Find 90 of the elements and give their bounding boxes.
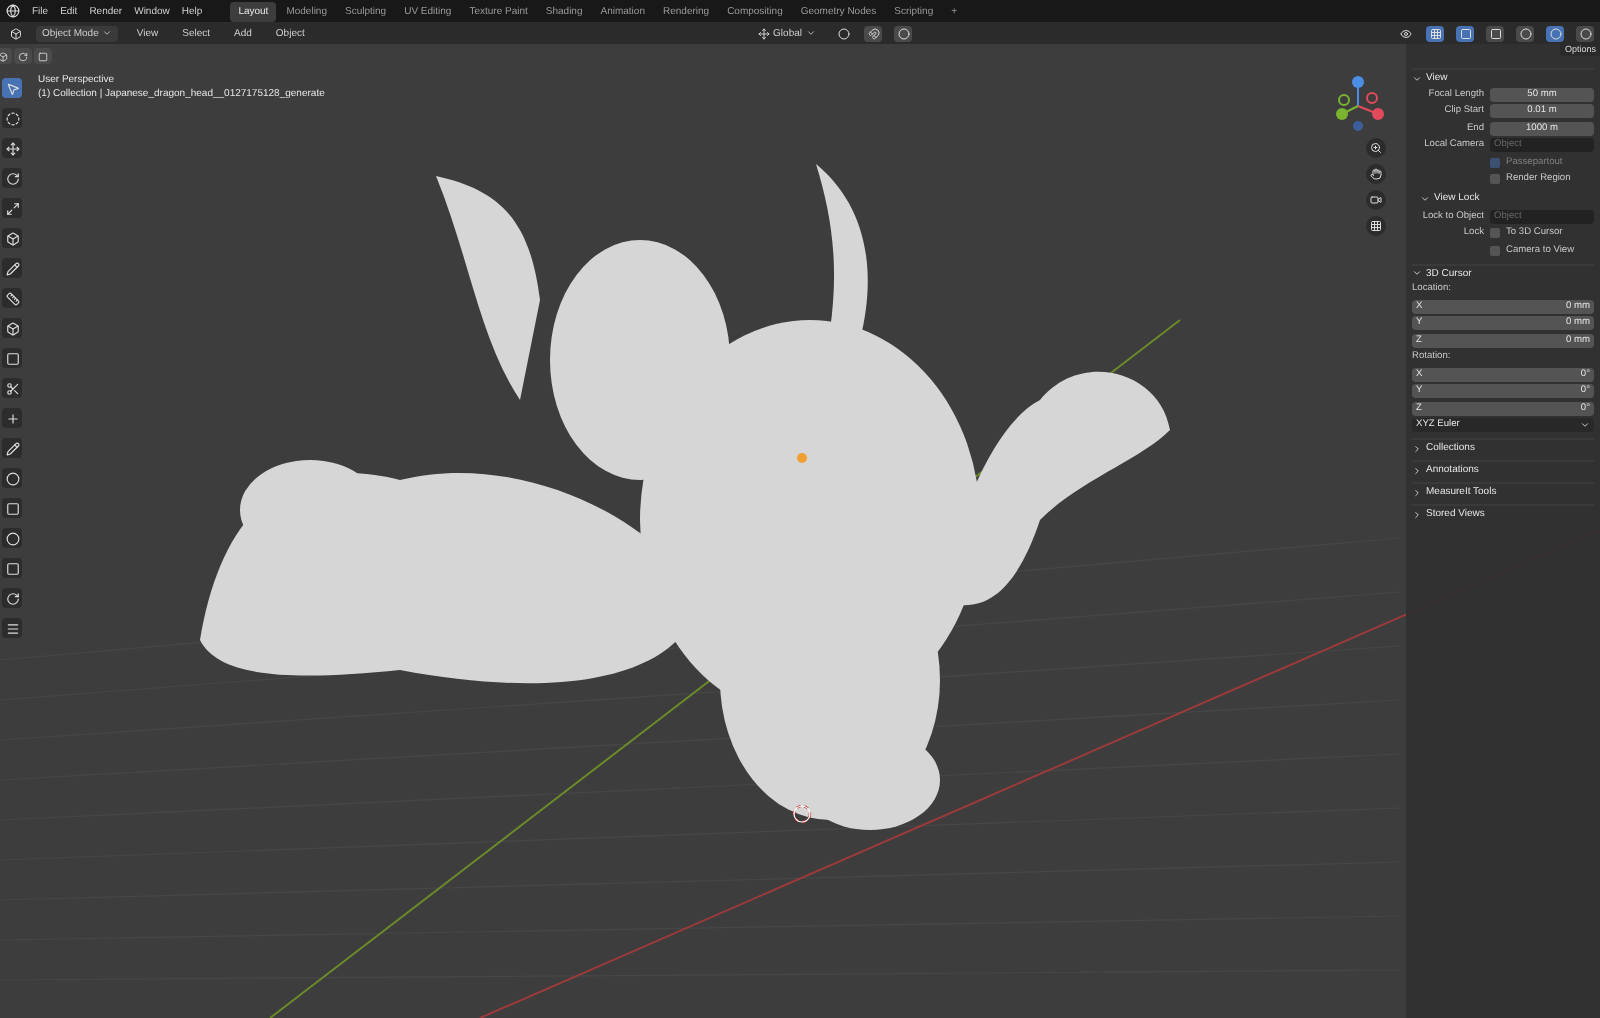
gizmo-icon <box>1429 27 1441 39</box>
camera-icon <box>1370 194 1382 206</box>
tool-button[interactable] <box>2 348 22 368</box>
select-mode-icon <box>0 51 7 61</box>
tool-button[interactable] <box>2 78 22 98</box>
zoom-icon <box>1370 142 1382 154</box>
pivot-icon <box>837 27 849 39</box>
wireframe-sphere-icon <box>1519 27 1531 39</box>
tool-button[interactable] <box>2 168 22 188</box>
proportional-icon <box>897 27 909 39</box>
dashed-circle-icon <box>5 111 19 125</box>
cursor-icon <box>5 81 19 95</box>
chevron-down-icon <box>806 28 816 38</box>
tool-button[interactable] <box>2 588 22 608</box>
curve-icon <box>5 591 19 605</box>
grid-icon <box>1370 220 1382 232</box>
tool-button[interactable] <box>2 138 22 158</box>
tool-button[interactable] <box>2 408 22 428</box>
tool-button[interactable] <box>2 618 22 638</box>
checkbox[interactable] <box>1490 228 1500 239</box>
navigation-button[interactable] <box>1366 164 1386 184</box>
chevron-right-icon <box>1412 509 1422 519</box>
select-mode-icon <box>37 51 47 61</box>
draw-icon <box>5 441 19 455</box>
tool-button[interactable] <box>2 528 22 548</box>
tool-button[interactable] <box>2 108 22 128</box>
overlay-button[interactable] <box>1456 25 1474 41</box>
navigation-button[interactable] <box>1366 138 1386 158</box>
square-icon <box>5 351 19 365</box>
solid-sphere-icon <box>1549 27 1561 39</box>
page-icon <box>5 561 19 575</box>
pivot-button[interactable] <box>834 25 852 41</box>
eye-icon <box>1399 27 1411 39</box>
material-sphere-icon <box>1579 27 1591 39</box>
wireframe-shading-button[interactable] <box>1516 25 1534 41</box>
3d-cursor-icon <box>792 804 812 824</box>
material-shading-button[interactable] <box>1576 25 1594 41</box>
checkbox[interactable] <box>1490 174 1500 185</box>
origin-dot <box>797 453 807 463</box>
cube-icon <box>9 27 21 39</box>
chevron-right-icon <box>1412 465 1422 475</box>
axes-icon <box>757 27 770 39</box>
scale-icon <box>5 201 19 215</box>
select-mode-button[interactable] <box>33 48 51 64</box>
chevron-down-icon <box>1420 193 1430 203</box>
tool-button[interactable] <box>2 228 22 248</box>
lines-icon <box>5 621 19 635</box>
overlay-icon <box>1459 27 1471 39</box>
proportional-button[interactable] <box>894 25 912 41</box>
magnet-icon <box>867 27 879 39</box>
sphere-icon <box>5 531 19 545</box>
tool-button[interactable] <box>2 558 22 578</box>
ruler-icon <box>5 291 19 305</box>
select-mode-button[interactable] <box>13 48 31 64</box>
tool-button[interactable] <box>2 378 22 398</box>
tool-button[interactable] <box>2 318 22 338</box>
circle-icon <box>5 471 19 485</box>
tool-button[interactable] <box>2 498 22 518</box>
gizmo-button[interactable] <box>1426 25 1444 41</box>
move-icon <box>5 141 19 155</box>
navigation-button[interactable] <box>1366 190 1386 210</box>
chevron-down-icon <box>102 28 113 38</box>
tool-button[interactable] <box>2 438 22 458</box>
editor-type-button[interactable] <box>6 25 24 41</box>
snap-button[interactable] <box>864 25 882 41</box>
chevron-down-icon <box>1412 73 1422 83</box>
scissors-icon <box>5 381 19 395</box>
pencil-icon <box>5 261 19 275</box>
xray-icon <box>1489 27 1501 39</box>
chevron-right-icon <box>1412 487 1422 497</box>
navigation-gizmo-drawing <box>1336 76 1384 131</box>
checkbox[interactable] <box>1490 245 1500 256</box>
frame-icon <box>5 501 19 515</box>
xray-button[interactable] <box>1486 25 1504 41</box>
cube-add-icon <box>5 321 19 335</box>
navigation-button[interactable] <box>1366 216 1386 236</box>
tool-button[interactable] <box>2 198 22 218</box>
plus-icon <box>5 411 19 425</box>
tool-button[interactable] <box>2 258 22 278</box>
chevron-down-icon <box>1412 268 1422 278</box>
select-mode-icon <box>17 51 27 61</box>
tool-button[interactable] <box>2 288 22 308</box>
rotate-icon <box>5 171 19 185</box>
solid-shading-button[interactable] <box>1546 25 1564 41</box>
tool-button[interactable] <box>2 468 22 488</box>
hand-icon <box>1370 168 1382 180</box>
visibility-button[interactable] <box>1396 25 1414 41</box>
transform-icon <box>5 231 19 245</box>
chevron-right-icon <box>1412 443 1422 453</box>
chevron-down-icon <box>1580 420 1590 431</box>
